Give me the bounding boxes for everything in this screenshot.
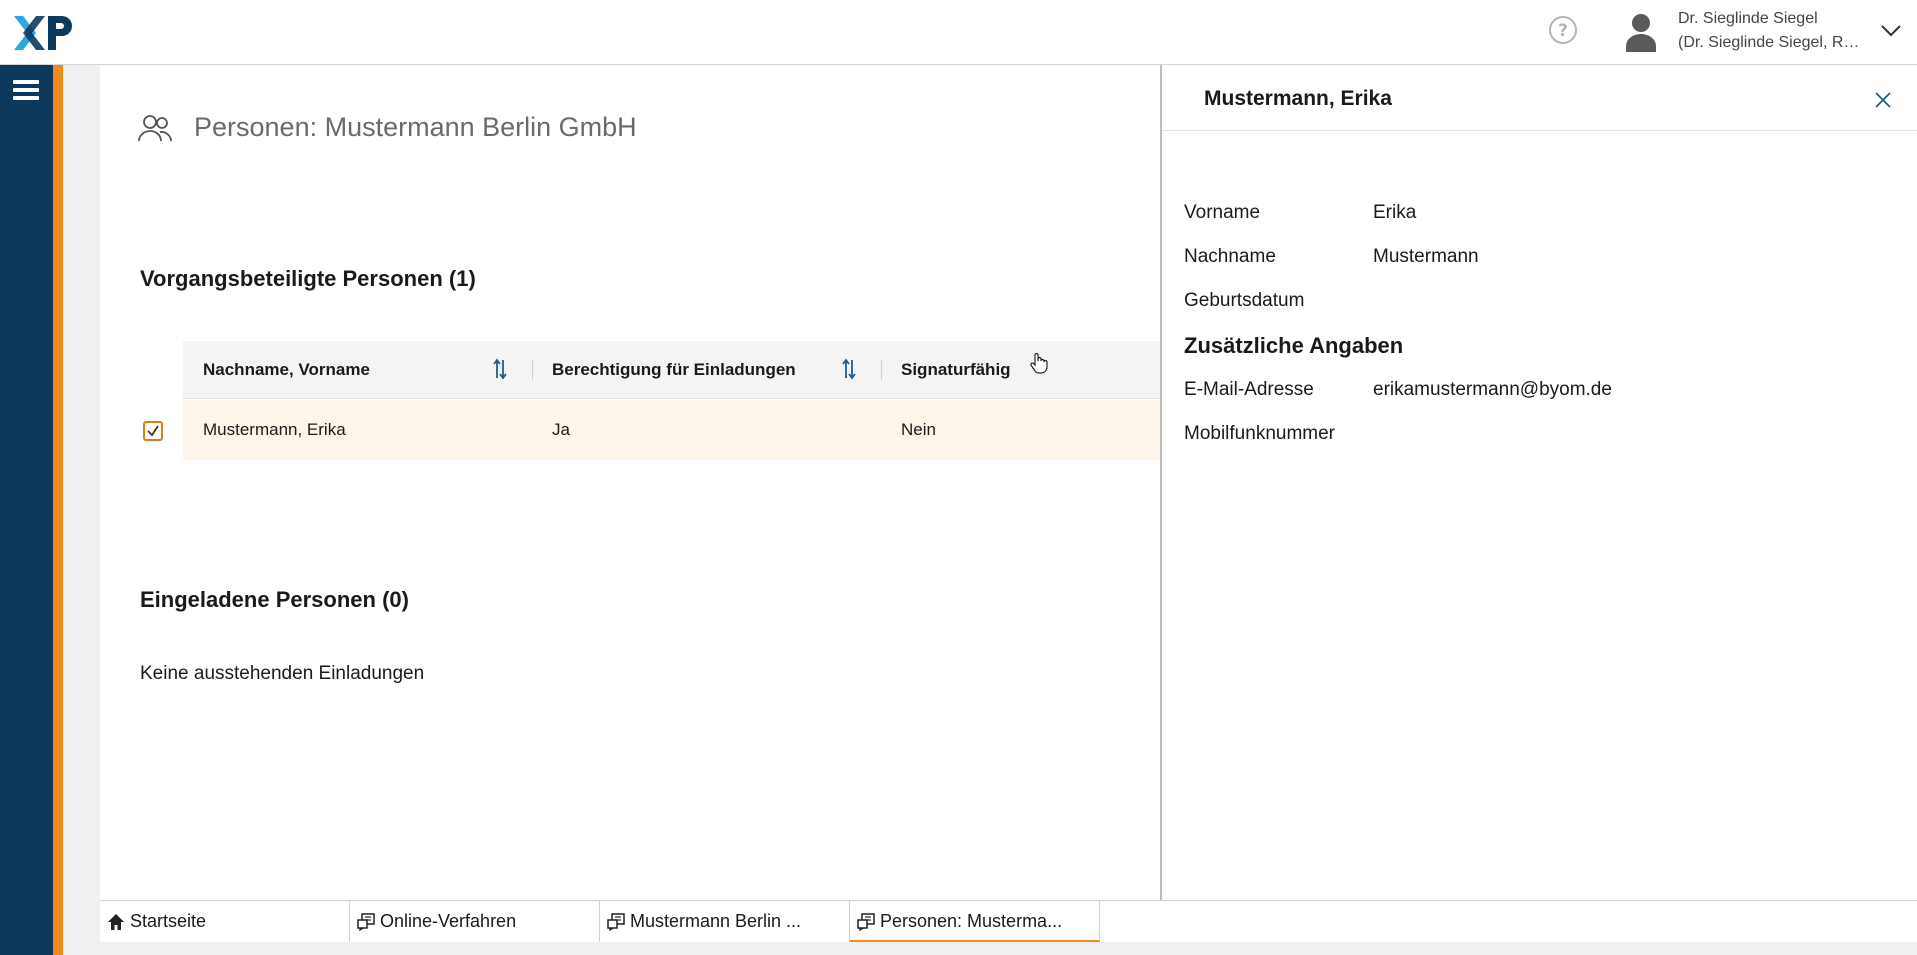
xp-logo[interactable] <box>14 14 76 52</box>
value-first-name: Erika <box>1373 202 1417 223</box>
row-checkbox[interactable] <box>143 421 163 441</box>
persons-icon <box>138 115 172 142</box>
user-avatar-icon[interactable] <box>1624 12 1658 52</box>
user-name[interactable]: Dr. Sieglinde Siegel <box>1678 10 1818 28</box>
column-header-signature[interactable]: Signaturfähig <box>901 360 1011 380</box>
sort-icon[interactable] <box>492 358 508 380</box>
checkmark-icon <box>147 425 159 437</box>
bottom-tab-bar: Startseite Online-Verfahren Mustermann B… <box>100 900 1917 943</box>
label-first-name: Vorname <box>1184 202 1261 223</box>
tab-online-verfahren[interactable]: Online-Verfahren <box>350 901 600 943</box>
detail-title: Mustermann, Erika <box>1204 87 1392 110</box>
cell-invite-permission: Ja <box>552 420 570 439</box>
home-icon <box>108 914 124 930</box>
tab-label: Mustermann Berlin ... <box>630 911 802 931</box>
tab-label: Startseite <box>130 911 207 931</box>
tab-personen-active[interactable]: Personen: Musterma... <box>850 901 1100 943</box>
help-icon[interactable]: ? <box>1548 15 1578 45</box>
page-title: Personen: Mustermann Berlin GmbH <box>194 112 637 142</box>
invited-section-title: Eingeladene Personen (0) <box>140 587 409 612</box>
column-separator[interactable] <box>532 360 533 380</box>
sidebar-accent-stripe <box>53 65 63 955</box>
content-gutter <box>63 65 100 955</box>
tab-label: Online-Verfahren <box>380 911 517 931</box>
column-separator[interactable] <box>881 360 882 380</box>
column-header-invite-permission[interactable]: Berechtigung für Einladungen <box>552 360 796 380</box>
additional-info-title: Zusätzliche Angaben <box>1184 333 1404 358</box>
document-chat-icon <box>857 913 875 931</box>
document-chat-icon <box>607 913 625 931</box>
tab-mustermann-berlin[interactable]: Mustermann Berlin ... <box>600 901 850 943</box>
tab-label: Personen: Musterma... <box>880 911 1063 931</box>
participants-table-header: Nachname, Vorname Berechtigung für Einla… <box>183 341 1160 399</box>
no-invitations-text: Keine ausstehenden Einladungen <box>140 663 425 684</box>
top-header: ? Dr. Sieglinde Siegel (Dr. Sieglinde Si… <box>0 0 1917 65</box>
cell-signature: Nein <box>901 420 936 439</box>
detail-panel-header: Mustermann, Erika <box>1162 65 1917 131</box>
close-icon[interactable] <box>1874 91 1892 109</box>
hand-cursor-icon <box>1030 352 1048 374</box>
document-chat-icon <box>357 913 375 931</box>
footer-strip <box>100 942 1917 955</box>
label-last-name: Nachname <box>1184 246 1276 267</box>
person-detail-panel: Mustermann, Erika Vorname Erika Nachname… <box>1160 65 1917 900</box>
label-email: E-Mail-Adresse <box>1184 379 1314 400</box>
value-email: erikamustermann@byom.de <box>1373 379 1612 400</box>
sidebar <box>0 65 53 955</box>
hamburger-menu-icon[interactable] <box>13 79 39 101</box>
participants-section-title: Vorgangsbeteiligte Personen (1) <box>140 266 476 291</box>
svg-text:?: ? <box>1558 21 1568 41</box>
table-row[interactable]: Mustermann, Erika Ja Nein <box>183 400 1160 460</box>
main-content <box>100 65 1160 900</box>
user-organization[interactable]: (Dr. Sieglinde Siegel, Rec... <box>1678 34 1866 52</box>
app: ? Dr. Sieglinde Siegel (Dr. Sieglinde Si… <box>0 0 1917 955</box>
label-mobile: Mobilfunknummer <box>1184 423 1335 444</box>
cell-name: Mustermann, Erika <box>203 420 346 439</box>
value-last-name: Mustermann <box>1373 246 1479 267</box>
chevron-down-icon[interactable] <box>1880 22 1902 40</box>
column-header-name[interactable]: Nachname, Vorname <box>203 360 370 380</box>
sort-icon[interactable] <box>841 358 857 380</box>
tab-startseite[interactable]: Startseite <box>100 901 350 943</box>
label-birth-date: Geburtsdatum <box>1184 290 1305 311</box>
